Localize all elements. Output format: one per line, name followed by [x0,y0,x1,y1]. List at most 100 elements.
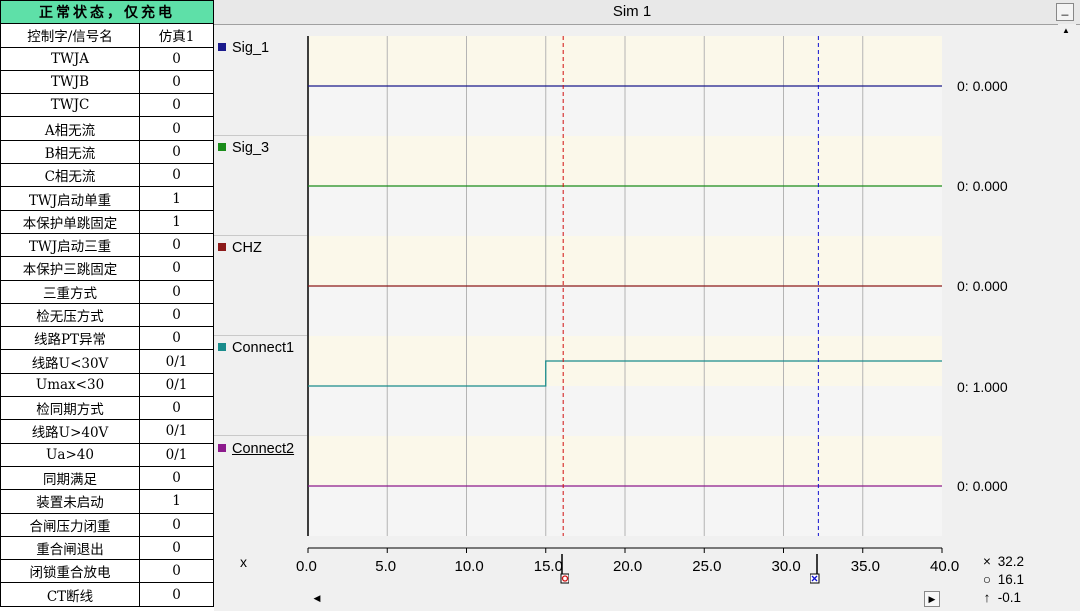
signal-value-cell[interactable]: 1 [139,209,214,234]
signal-value-cell[interactable]: 0 [139,512,214,537]
table-row: 合闸压力闭重 0 [0,512,214,537]
waveform-plot[interactable] [214,0,1080,560]
table-row: 线路PT异常 0 [0,326,214,351]
signal-name-cell: 检同期方式 [0,396,140,421]
sim-window: Sim 1 _ Sig_1 Sig_3 CHZ Connect1 Connect… [214,0,1080,611]
signal-table-panel: 正常状态，仅充电 控制字/信号名 仿真1 TWJA 0 TWJB 0 TWJC 0 A相无流… [0,0,214,611]
signal-name-cell: TWJB [0,69,140,95]
signal-name-cell: 同期满足 [0,465,140,491]
readout-chz: 0: 0.000 [957,278,1008,294]
x-tick-label: 5.0 [375,558,397,575]
table-title-row: 正常状态，仅充电 [0,0,214,25]
signal-value-cell[interactable]: 0 [139,232,214,258]
signal-value-cell[interactable]: 0/1 [139,442,214,467]
table-row: 本保护三跳固定 0 [0,256,214,281]
table-row: B相无流 0 [0,139,214,165]
signal-name-cell: 本保护三跳固定 [0,256,140,281]
signal-value-cell[interactable]: 0 [139,535,214,561]
signal-name-cell: 本保护单跳固定 [0,209,140,234]
cursor-x-readout: × 32.2 [983,554,1025,569]
table-title: 正常状态，仅充电 [0,0,214,25]
cursor-delta-readout: ↑ -0.1 [983,590,1022,605]
signal-value-cell[interactable]: 0 [139,69,214,95]
column-header-sim: 仿真1 [139,23,214,48]
table-row: TWJB 0 [0,69,214,95]
x-tick-label: 40.0 [930,558,960,575]
signal-value-cell[interactable]: 0 [139,139,214,165]
readout-connect2: 0: 0.000 [957,478,1008,494]
signal-value-cell[interactable]: 0 [139,46,214,71]
scroll-up-arrow-icon[interactable]: ▲ [1062,26,1070,35]
signal-name-cell: 装置未启动 [0,489,140,514]
signal-value-cell[interactable]: 0 [139,279,214,304]
signal-value-cell[interactable]: 0/1 [139,349,214,374]
table-row: 重合闸退出 0 [0,535,214,561]
readout-sig3: 0: 0.000 [957,178,1008,194]
signal-value-cell[interactable]: 0/1 [139,419,214,444]
cross-cursor-marker-icon[interactable] [809,554,820,584]
readout-connect1: 0: 1.000 [957,379,1008,395]
x-tick-label: 25.0 [692,558,722,575]
x-tick-label: 35.0 [850,558,880,575]
signal-value-cell[interactable]: 1 [139,186,214,211]
table-row: A相无流 0 [0,116,214,141]
signal-name-cell: 线路U>40V [0,419,140,444]
signal-name-cell: B相无流 [0,139,140,165]
table-row: TWJ启动单重 1 [0,186,214,211]
signal-name-cell: 闭锁重合放电 [0,559,140,584]
signal-value-cell[interactable]: 0 [139,326,214,351]
signal-value-cell[interactable]: 0 [139,582,214,607]
scroll-right-arrow-icon[interactable]: ▶ [924,591,940,607]
signal-value-cell[interactable]: 0 [139,465,214,491]
table-row: Ua>40 0/1 [0,442,214,467]
table-row: 检无压方式 0 [0,302,214,328]
circle-cursor-marker-icon[interactable] [560,554,570,584]
table-row: 本保护单跳固定 1 [0,209,214,234]
table-row: TWJ启动三重 0 [0,232,214,258]
signal-name-cell: CT断线 [0,582,140,607]
signal-name-cell: 线路PT异常 [0,326,140,351]
signal-name-cell: C相无流 [0,163,140,188]
vertical-scrollbar[interactable]: ▲ [1058,24,1076,544]
signal-value-cell[interactable]: 0 [139,116,214,141]
signal-name-cell: A相无流 [0,116,140,141]
readout-sig1: 0: 0.000 [957,78,1008,94]
x-axis-label: x [240,554,247,570]
table-header-row: 控制字/信号名 仿真1 [0,23,214,48]
signal-name-cell: 重合闸退出 [0,535,140,561]
signal-value-cell[interactable]: 0 [139,396,214,421]
signal-name-cell: 线路U<30V [0,349,140,374]
signal-name-cell: TWJA [0,46,140,71]
table-row: 检同期方式 0 [0,396,214,421]
signal-value-cell[interactable]: 0 [139,163,214,188]
table-row: TWJC 0 [0,93,214,118]
table-row: Umax<30 0/1 [0,372,214,398]
horizontal-scrollbar[interactable]: ◀ ▶ [308,590,940,607]
signal-value-cell[interactable]: 0 [139,256,214,281]
table-row: 线路U>40V 0/1 [0,419,214,444]
table-row: 闭锁重合放电 0 [0,559,214,584]
signal-value-cell[interactable]: 0 [139,302,214,328]
signal-name-cell: TWJ启动单重 [0,186,140,211]
signal-value-cell[interactable]: 0/1 [139,372,214,398]
table-row: 线路U<30V 0/1 [0,349,214,374]
signal-value-cell[interactable]: 1 [139,489,214,514]
signal-value-cell[interactable]: 0 [139,559,214,584]
signal-name-cell: 检无压方式 [0,302,140,328]
table-row: C相无流 0 [0,163,214,188]
signal-value-cell[interactable]: 0 [139,93,214,118]
signal-table: 正常状态，仅充电 控制字/信号名 仿真1 TWJA 0 TWJB 0 TWJC 0 A相无流… [0,0,214,607]
scroll-left-arrow-icon[interactable]: ◀ [310,591,324,605]
table-row: CT断线 0 [0,582,214,607]
x-tick-label: 10.0 [454,558,484,575]
signal-name-cell: 三重方式 [0,279,140,304]
table-row: TWJA 0 [0,46,214,71]
signal-name-cell: Ua>40 [0,442,140,467]
column-header-signal: 控制字/信号名 [0,23,140,48]
signal-name-cell: TWJC [0,93,140,118]
table-row: 装置未启动 1 [0,489,214,514]
x-tick-label: 15.0 [533,558,563,575]
x-tick-label: 20.0 [613,558,643,575]
signal-name-cell: 合闸压力闭重 [0,512,140,537]
table-row: 三重方式 0 [0,279,214,304]
